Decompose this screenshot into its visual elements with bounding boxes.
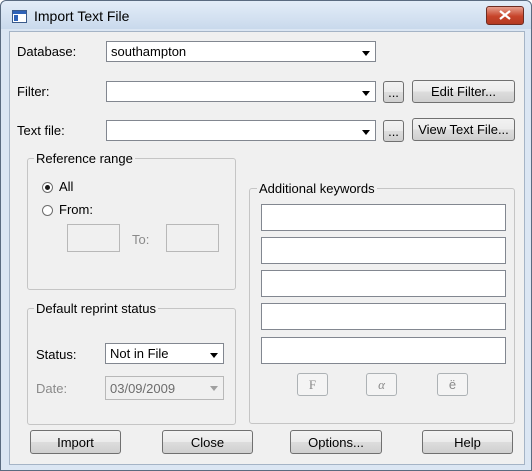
additional-keywords-legend: Additional keywords: [257, 181, 377, 196]
database-label: Database:: [17, 44, 77, 59]
window-title: Import Text File: [34, 8, 130, 24]
range-to-input[interactable]: [166, 224, 219, 252]
reprint-status-legend: Default reprint status: [34, 301, 158, 316]
title-bar[interactable]: Import Text File: [1, 1, 531, 29]
reference-range-legend: Reference range: [34, 151, 135, 166]
edit-filter-button[interactable]: Edit Filter...: [412, 80, 515, 103]
filter-label: Filter:: [17, 84, 50, 99]
chevron-down-icon[interactable]: [358, 83, 374, 100]
status-value: Not in File: [110, 346, 169, 361]
import-button[interactable]: Import: [30, 430, 121, 454]
close-window-button[interactable]: [486, 6, 524, 25]
symbol-button-f[interactable]: F: [297, 373, 328, 396]
chevron-down-icon[interactable]: [206, 378, 222, 398]
keyword-input-5[interactable]: [261, 337, 506, 364]
dialog-body: Database: southampton Filter: ... Edit F…: [9, 31, 525, 465]
range-all-label: All: [59, 179, 74, 194]
date-value: 03/09/2009: [110, 381, 176, 396]
chevron-down-icon[interactable]: [358, 122, 374, 139]
close-icon: [499, 10, 511, 20]
app-icon: [12, 10, 27, 23]
date-label: Date:: [36, 381, 68, 396]
help-button[interactable]: Help: [422, 430, 513, 454]
keyword-input-1[interactable]: [261, 204, 506, 231]
keyword-input-3[interactable]: [261, 270, 506, 297]
text-file-label: Text file:: [17, 123, 65, 138]
chevron-down-icon[interactable]: [358, 43, 374, 60]
database-value: southampton: [111, 44, 187, 59]
date-picker[interactable]: 03/09/2009: [105, 376, 224, 400]
range-to-label: To:: [132, 232, 150, 247]
view-text-file-button[interactable]: View Text File...: [412, 118, 515, 141]
keyword-input-2[interactable]: [261, 237, 506, 264]
text-file-browse-button[interactable]: ...: [383, 120, 404, 142]
filter-select[interactable]: [106, 81, 376, 102]
database-select[interactable]: southampton: [106, 41, 376, 62]
keyword-input-4[interactable]: [261, 303, 506, 330]
reprint-status-group: [27, 308, 236, 425]
text-file-select[interactable]: [106, 120, 376, 141]
range-from-input[interactable]: [67, 224, 120, 252]
range-all-radio[interactable]: [42, 182, 53, 193]
options-button[interactable]: Options...: [290, 430, 382, 454]
import-dialog-window: Import Text File Database: southampton F…: [0, 0, 532, 471]
symbol-button-e-umlaut[interactable]: ë: [437, 373, 468, 396]
range-from-radio[interactable]: [42, 205, 53, 216]
symbol-button-alpha[interactable]: α: [366, 373, 397, 396]
close-button[interactable]: Close: [162, 430, 253, 454]
status-select[interactable]: Not in File: [105, 343, 224, 364]
chevron-down-icon[interactable]: [206, 345, 222, 362]
range-from-label: From:: [59, 202, 93, 217]
status-label: Status:: [36, 347, 77, 362]
filter-browse-button[interactable]: ...: [383, 81, 404, 103]
